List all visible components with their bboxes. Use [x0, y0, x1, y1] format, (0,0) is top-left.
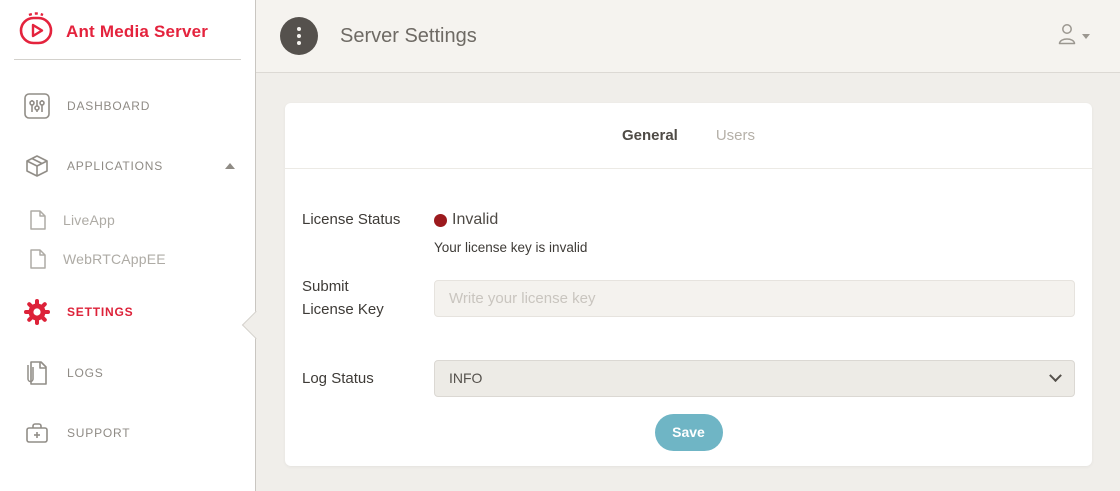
- license-status-message: Your license key is invalid: [434, 240, 1075, 255]
- user-menu-button[interactable]: [1056, 22, 1090, 51]
- sidebar-item-applications[interactable]: APPLICATIONS: [0, 144, 255, 188]
- user-icon: [1056, 22, 1078, 51]
- sidebar-item-label: LiveApp: [63, 212, 115, 228]
- license-key-input[interactable]: [434, 280, 1075, 317]
- page-title: Server Settings: [340, 25, 477, 48]
- sidebar-item-support[interactable]: SUPPORT: [0, 411, 255, 455]
- main-area: Server Settings General Users License St…: [256, 0, 1120, 491]
- sidebar: Ant Media Server DASHBOARD APPLICATIONS: [0, 0, 256, 491]
- brand-name: Ant Media Server: [66, 22, 208, 42]
- invalid-status-dot-icon: [434, 214, 447, 227]
- log-status-row: Log Status INFO: [302, 360, 1075, 397]
- save-button[interactable]: Save: [655, 414, 723, 451]
- sidebar-item-logs[interactable]: LOGS: [0, 351, 255, 395]
- content-area: General Users License Status Invalid You…: [256, 73, 1120, 491]
- sidebar-item-settings[interactable]: SETTINGS: [0, 290, 255, 334]
- license-status-value: Invalid: [452, 211, 498, 229]
- settings-card: General Users License Status Invalid You…: [285, 103, 1092, 466]
- log-status-value: INFO: [449, 370, 482, 386]
- collapse-caret-icon[interactable]: [225, 163, 235, 169]
- brand-logo[interactable]: Ant Media Server: [0, 0, 255, 50]
- sidebar-item-dashboard[interactable]: DASHBOARD: [0, 84, 255, 128]
- license-status-row: License Status Invalid Your license key …: [302, 211, 1075, 255]
- tab-general[interactable]: General: [622, 127, 678, 144]
- gear-icon: [22, 297, 52, 327]
- license-status-label: License Status: [302, 211, 434, 255]
- license-key-row: Submit License Key: [302, 275, 1075, 322]
- file-icon: [28, 249, 48, 269]
- chevron-down-icon: [1049, 369, 1062, 382]
- dashboard-icon: [22, 92, 52, 120]
- tab-users[interactable]: Users: [716, 127, 755, 144]
- log-status-label: Log Status: [302, 370, 434, 387]
- chevron-down-icon: [1082, 34, 1090, 39]
- sidebar-item-label: SUPPORT: [67, 426, 130, 440]
- sidebar-item-label: SETTINGS: [67, 305, 133, 319]
- license-key-label: Submit License Key: [302, 275, 434, 322]
- sidebar-item-label: WebRTCAppEE: [63, 251, 166, 267]
- sidebar-item-liveapp[interactable]: LiveApp: [0, 202, 255, 238]
- log-status-select[interactable]: INFO: [434, 360, 1075, 397]
- sidebar-item-label: APPLICATIONS: [67, 159, 163, 173]
- applications-box-icon: [22, 152, 52, 180]
- ant-media-logo-icon: [16, 11, 56, 54]
- top-header: Server Settings: [256, 0, 1120, 73]
- logs-icon: [22, 360, 52, 386]
- sidebar-item-label: DASHBOARD: [67, 99, 150, 113]
- tab-bar: General Users: [285, 103, 1092, 169]
- file-icon: [28, 210, 48, 230]
- support-kit-icon: [22, 420, 52, 446]
- sidebar-item-webrtcappee[interactable]: WebRTCAppEE: [0, 241, 255, 277]
- sidebar-divider: [14, 59, 241, 60]
- kebab-menu-button[interactable]: [280, 17, 318, 55]
- sidebar-item-label: LOGS: [67, 366, 104, 380]
- server-settings-form: License Status Invalid Your license key …: [285, 169, 1092, 451]
